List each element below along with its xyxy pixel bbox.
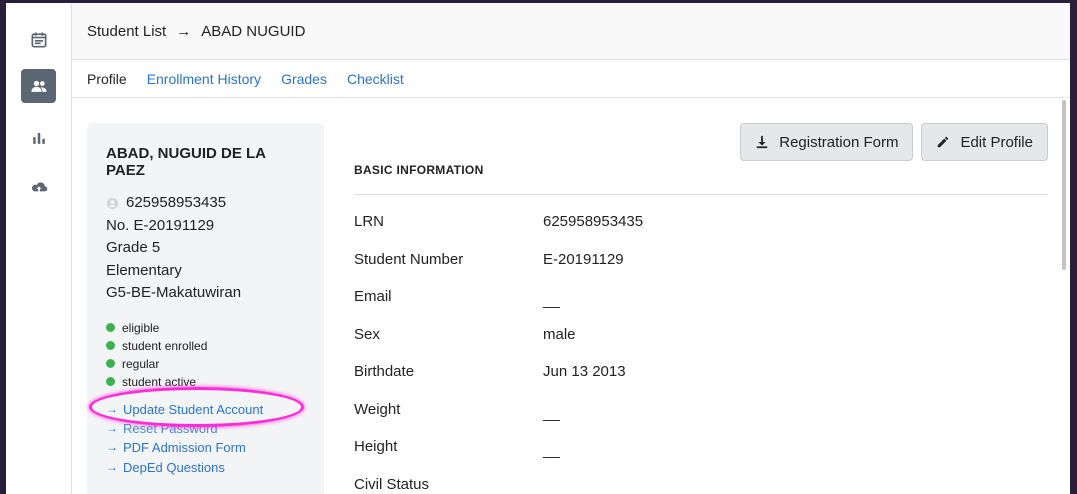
pencil-icon [938,136,949,148]
info-label: LRN [354,213,385,231]
app-window: Student List → ABAD NUGUID Profile Enrol… [6,3,1070,494]
link-label: Reset Password [123,420,218,436]
tab-grades[interactable]: Grades [281,71,327,87]
button-label: Edit Profile [960,133,1033,151]
student-number: No. E-20191129 [106,216,215,234]
info-label: Weight [354,400,401,418]
reports-icon [32,133,45,144]
download-icon [757,135,768,149]
nav-reports[interactable] [21,121,56,155]
info-row-civil-status: Civil Status __ [354,466,1048,494]
info-label: Birthdate [354,363,415,381]
arrow-right-icon: → [106,440,118,454]
info-row-height: Height __ [354,428,1048,466]
student-level: Elementary [106,261,182,279]
student-name: ABAD, NUGUID DE LA PAEZ [106,145,266,179]
profile-tabs: Profile Enrollment History Grades Checkl… [72,60,1070,98]
status-label: student enrolled [122,338,208,353]
status-list: eligible student enrolled regular studen… [106,319,305,391]
action-links: → Update Student Account → Reset Password … [106,400,305,478]
info-row-sex: Sex male [354,316,1048,354]
arrow-right-icon: → [106,420,118,435]
link-label: Update Student Account [123,401,264,417]
person-icon [106,197,119,209]
breadcrumb: Student List → ABAD NUGUID [72,3,1070,60]
status-dot [106,359,115,368]
info-row-birthdate: Birthdate Jun 13 2013 [354,353,1048,391]
info-value: 625958953435 [543,213,644,231]
status-regular: regular [106,355,305,373]
registration-form-button[interactable]: Registration Form [740,123,914,161]
status-dot [106,323,115,332]
info-value: male [543,325,576,343]
info-value: E-20191129 [543,250,624,268]
status-dot [106,341,115,350]
tab-profile[interactable]: Profile [87,71,127,87]
arrow-right-icon: → [106,459,118,474]
info-row-lrn: LRN 625958953435 [354,203,1048,241]
side-nav [6,3,72,494]
section-divider [354,194,1048,195]
tab-checklist[interactable]: Checklist [347,71,404,87]
status-active: student active [106,373,305,391]
status-dot [106,377,115,386]
edit-profile-button[interactable]: Edit Profile [921,123,1048,161]
profile-actions: Registration Form Edit Profile [732,123,1048,161]
status-enrolled: student enrolled [106,337,305,355]
info-row-student-number: Student Number E-20191129 [354,241,1048,279]
status-label: eligible [122,320,160,335]
tab-enrollment-history[interactable]: Enrollment History [147,71,261,87]
info-label: Sex [354,325,380,343]
info-value: __ [543,292,560,310]
status-label: regular [122,356,160,371]
breadcrumb-arrow: → [176,22,192,40]
nav-students[interactable] [21,69,56,103]
nav-calendar[interactable] [21,23,56,57]
student-section: G5-BE-Makatuwiran [106,284,242,301]
breadcrumb-student-list[interactable]: Student List [87,23,166,40]
breadcrumb-current: ABAD NUGUID [201,22,306,40]
info-label: Height [354,438,398,456]
nav-upload[interactable] [21,171,56,205]
pdf-admission-form-link[interactable]: → PDF Admission Form [106,438,305,458]
info-row-email: Email __ [354,278,1048,316]
button-label: Registration Form [779,133,899,151]
info-row-weight: Weight __ [354,391,1048,429]
basic-info-rows: LRN 625958953435 Student Number E-20191129… [354,203,1048,494]
students-icon [31,80,46,92]
link-label: DepEd Questions [123,459,225,475]
info-value: Jun 13 2013 [543,363,626,381]
link-label: PDF Admission Form [123,440,246,455]
student-grade: Grade 5 [106,239,161,256]
info-label: Student Number [354,250,464,268]
info-value: __ [543,479,560,494]
update-student-account-link[interactable]: → Update Student Account [106,400,305,420]
status-label: student active [122,374,197,389]
student-lrn: 625958953435 [106,192,305,215]
status-eligible: eligible [106,319,305,337]
arrow-right-icon: → [106,401,118,416]
deped-questions-link[interactable]: → DepEd Questions [106,458,305,478]
upload-icon [31,182,47,192]
info-value: __ [543,404,560,422]
calendar-icon [31,32,46,48]
info-label: Email [354,288,392,306]
info-value: __ [543,442,560,460]
lrn-value: 625958953435 [126,194,227,211]
scrollbar[interactable] [1062,100,1066,270]
reset-password-link[interactable]: → Reset Password [106,419,305,438]
info-label: Civil Status [354,475,430,493]
student-card: ABAD, NUGUID DE LA PAEZ 625958953435 No.… [87,123,324,494]
basic-info-title: BASIC INFORMATION [354,163,484,177]
